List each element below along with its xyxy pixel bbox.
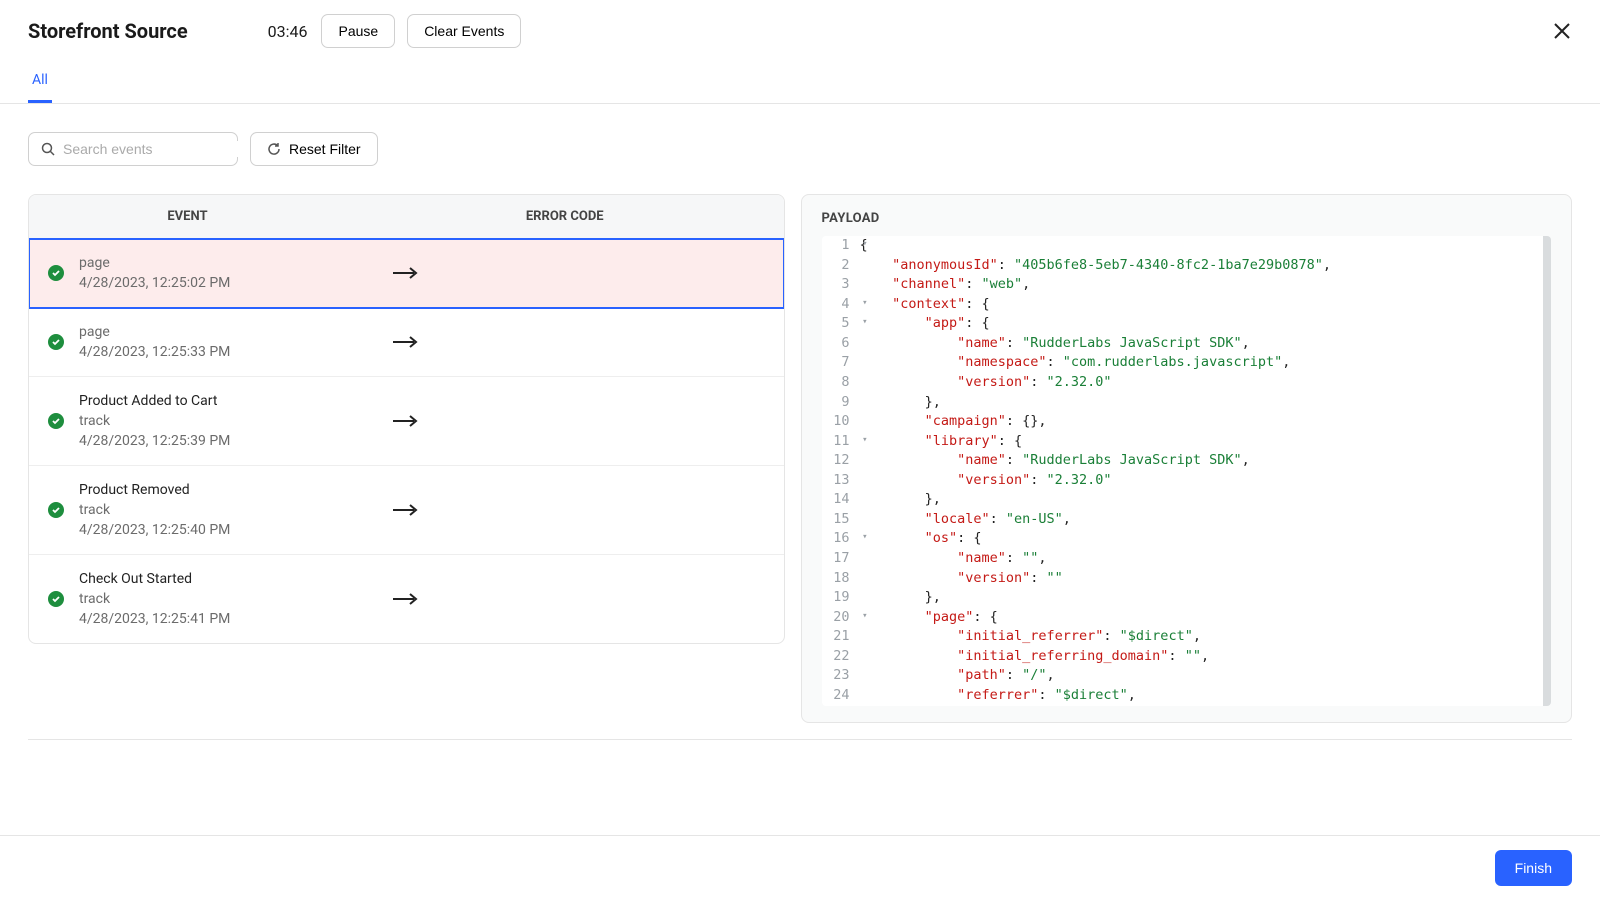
- event-row[interactable]: page 4/28/2023, 12:25:02 PM: [29, 239, 784, 308]
- event-type: track: [79, 502, 345, 518]
- arrow-right-icon: [345, 335, 465, 349]
- timer: 03:46: [268, 22, 308, 41]
- event-title: Product Added to Cart: [79, 393, 345, 409]
- search-input-wrap: [28, 132, 238, 166]
- payload-title: PAYLOAD: [822, 211, 1551, 226]
- search-input[interactable]: [63, 141, 244, 157]
- event-timestamp: 4/28/2023, 12:25:40 PM: [79, 522, 345, 538]
- payload-panel: PAYLOAD 1▾{2 "anonymousId": "405b6fe8-5e…: [801, 194, 1572, 723]
- payload-code[interactable]: 1▾{2 "anonymousId": "405b6fe8-5eb7-4340-…: [822, 236, 1551, 706]
- event-row[interactable]: Product Added to Cart track 4/28/2023, 12:…: [29, 377, 784, 466]
- arrow-right-icon: [345, 503, 465, 517]
- arrow-right-icon: [345, 414, 465, 428]
- search-icon: [41, 142, 55, 156]
- event-title: Check Out Started: [79, 571, 345, 587]
- event-type: track: [79, 591, 345, 607]
- reset-filter-button[interactable]: Reset Filter: [250, 132, 378, 166]
- pause-button[interactable]: Pause: [321, 14, 395, 48]
- success-icon: [48, 334, 64, 350]
- arrow-right-icon: [345, 592, 465, 606]
- event-type: page: [79, 255, 345, 271]
- close-icon[interactable]: [1552, 21, 1572, 41]
- event-type: track: [79, 413, 345, 429]
- arrow-right-icon: [345, 266, 465, 280]
- finish-button[interactable]: Finish: [1495, 850, 1572, 886]
- col-event-header: EVENT: [29, 195, 346, 238]
- event-title: Product Removed: [79, 482, 345, 498]
- event-row[interactable]: page 4/28/2023, 12:25:33 PM: [29, 308, 784, 377]
- success-icon: [48, 502, 64, 518]
- event-timestamp: 4/28/2023, 12:25:41 PM: [79, 611, 345, 627]
- event-timestamp: 4/28/2023, 12:25:39 PM: [79, 433, 345, 449]
- reset-filter-label: Reset Filter: [289, 141, 361, 157]
- success-icon: [48, 413, 64, 429]
- success-icon: [48, 265, 64, 281]
- success-icon: [48, 591, 64, 607]
- tab-all[interactable]: All: [28, 62, 52, 103]
- col-error-header: ERROR CODE: [346, 195, 784, 238]
- event-type: page: [79, 324, 345, 340]
- events-table: EVENT ERROR CODE page 4/28/2023, 12:25:02…: [28, 194, 785, 644]
- page-title: Storefront Source: [28, 19, 188, 43]
- event-row[interactable]: Product Removed track 4/28/2023, 12:25:40 …: [29, 466, 784, 555]
- event-row[interactable]: Check Out Started track 4/28/2023, 12:25:4…: [29, 555, 784, 643]
- event-timestamp: 4/28/2023, 12:25:33 PM: [79, 344, 345, 360]
- refresh-icon: [267, 142, 281, 156]
- event-timestamp: 4/28/2023, 12:25:02 PM: [79, 275, 345, 291]
- clear-events-button[interactable]: Clear Events: [407, 14, 521, 48]
